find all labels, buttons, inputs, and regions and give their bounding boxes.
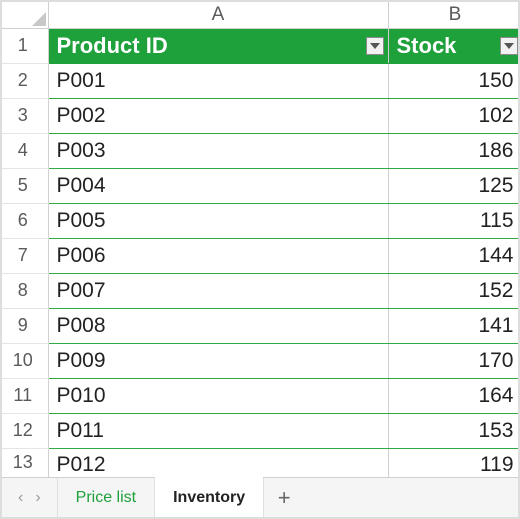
filter-button-stock[interactable]	[500, 37, 518, 55]
row-header[interactable]: 5	[2, 168, 48, 203]
table-row: 2P001150	[2, 63, 518, 98]
row-header[interactable]: 4	[2, 133, 48, 168]
cell-product-id[interactable]: P011	[48, 413, 388, 448]
table-row: 10P009170	[2, 343, 518, 378]
table-header-row: 1 Product ID Stock	[2, 28, 518, 63]
select-all-corner[interactable]	[2, 2, 48, 28]
row-header[interactable]: 7	[2, 238, 48, 273]
row-header[interactable]: 11	[2, 378, 48, 413]
cell-stock[interactable]: 141	[388, 308, 518, 343]
cell-product-id[interactable]: P009	[48, 343, 388, 378]
tab-bar-spacer	[304, 478, 518, 517]
table-row: 13P012119	[2, 448, 518, 477]
cell-product-id[interactable]: P004	[48, 168, 388, 203]
tab-nav-next[interactable]: ›	[35, 489, 40, 507]
cell-product-id[interactable]: P003	[48, 133, 388, 168]
tab-nav-group: ‹ ›	[2, 478, 57, 517]
cell-stock[interactable]: 152	[388, 273, 518, 308]
select-all-triangle-icon	[32, 12, 46, 26]
row-header[interactable]: 8	[2, 273, 48, 308]
cell-stock[interactable]: 150	[388, 63, 518, 98]
chevron-down-icon	[370, 42, 380, 50]
table-row: 8P007152	[2, 273, 518, 308]
table-row: 6P005115	[2, 203, 518, 238]
cell-product-id[interactable]: P010	[48, 378, 388, 413]
cell-stock[interactable]: 170	[388, 343, 518, 378]
sheet-tab-bar: ‹ › Price list Inventory +	[2, 477, 518, 517]
cell-stock[interactable]: 164	[388, 378, 518, 413]
row-header[interactable]: 1	[2, 28, 48, 63]
table-row: 7P006144	[2, 238, 518, 273]
chevron-down-icon	[504, 42, 514, 50]
column-header-B[interactable]: B	[388, 2, 518, 28]
row-header[interactable]: 2	[2, 63, 48, 98]
cell-product-id[interactable]: P007	[48, 273, 388, 308]
cell-product-id[interactable]: P001	[48, 63, 388, 98]
header-cell-product-id[interactable]: Product ID	[48, 28, 388, 63]
filter-button-product-id[interactable]	[366, 37, 384, 55]
column-header-A[interactable]: A	[48, 2, 388, 28]
cell-product-id[interactable]: P002	[48, 98, 388, 133]
sheet-tab-price-list[interactable]: Price list	[57, 478, 155, 517]
cell-stock[interactable]: 115	[388, 203, 518, 238]
cell-stock[interactable]: 144	[388, 238, 518, 273]
cell-stock[interactable]: 125	[388, 168, 518, 203]
header-cell-stock[interactable]: Stock	[388, 28, 518, 63]
header-label: Stock	[397, 33, 457, 58]
table-row: 9P008141	[2, 308, 518, 343]
add-sheet-button[interactable]: +	[264, 478, 304, 517]
row-header[interactable]: 10	[2, 343, 48, 378]
cell-product-id[interactable]: P008	[48, 308, 388, 343]
table-row: 5P004125	[2, 168, 518, 203]
row-header[interactable]: 3	[2, 98, 48, 133]
tab-nav-prev[interactable]: ‹	[18, 489, 23, 507]
row-header[interactable]: 9	[2, 308, 48, 343]
sheet-tab-inventory[interactable]: Inventory	[155, 478, 264, 517]
header-label: Product ID	[57, 33, 168, 58]
cell-stock[interactable]: 102	[388, 98, 518, 133]
row-header[interactable]: 6	[2, 203, 48, 238]
row-header[interactable]: 13	[2, 448, 48, 477]
grid-area: A B 1 Product ID Stock 2P0011	[2, 2, 518, 477]
row-header[interactable]: 12	[2, 413, 48, 448]
table-row: 4P003186	[2, 133, 518, 168]
cell-product-id[interactable]: P012	[48, 448, 388, 477]
cell-stock[interactable]: 119	[388, 448, 518, 477]
table-row: 12P011153	[2, 413, 518, 448]
column-header-row: A B	[2, 2, 518, 28]
cell-stock[interactable]: 153	[388, 413, 518, 448]
cell-stock[interactable]: 186	[388, 133, 518, 168]
table-row: 11P010164	[2, 378, 518, 413]
table-row: 3P002102	[2, 98, 518, 133]
cell-product-id[interactable]: P006	[48, 238, 388, 273]
spreadsheet-grid: A B 1 Product ID Stock 2P0011	[2, 2, 518, 477]
spreadsheet-app: A B 1 Product ID Stock 2P0011	[0, 0, 520, 519]
cell-product-id[interactable]: P005	[48, 203, 388, 238]
